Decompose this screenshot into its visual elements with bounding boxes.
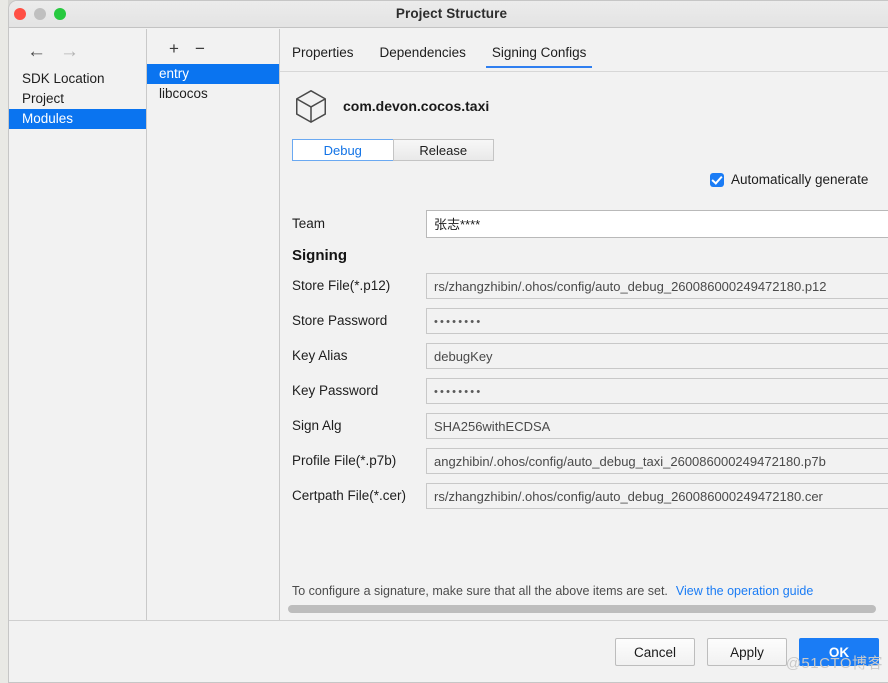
key-password-input[interactable]: •••••••• <box>426 378 888 404</box>
cancel-button[interactable]: Cancel <box>615 638 695 666</box>
tab-bar: Properties Dependencies Signing Configs <box>280 29 888 68</box>
window-title: Project Structure <box>9 6 888 21</box>
module-actions: + − <box>147 29 279 64</box>
dialog-footer: Cancel Apply OK @51CTO博客 <box>9 620 888 682</box>
nav-history-buttons: ← → <box>9 29 146 67</box>
operation-guide-link[interactable]: View the operation guide <box>676 584 813 598</box>
content-panel: Properties Dependencies Signing Configs … <box>280 29 888 622</box>
ok-button[interactable]: OK <box>799 638 879 666</box>
forward-arrow-icon[interactable]: → <box>60 42 79 61</box>
field-row-key-password: Key Password •••••••• <box>292 373 888 408</box>
screenshot-root: Project Structure ← → SDK Location Proje… <box>0 0 888 683</box>
signing-section-title: Signing <box>292 247 888 264</box>
apply-button[interactable]: Apply <box>707 638 787 666</box>
signature-hint-row: To configure a signature, make sure that… <box>292 584 813 598</box>
nav-item-list: SDK Location Project Modules <box>9 69 146 129</box>
field-row-profile-file: Profile File(*.p7b) angzhibin/.ohos/con… <box>292 443 888 478</box>
auto-generate-checkbox[interactable] <box>710 173 724 187</box>
module-item-entry[interactable]: entry <box>147 64 279 84</box>
profile-file-label: Profile File(*.p7b) <box>292 453 426 468</box>
horizontal-scrollbar[interactable] <box>288 605 876 613</box>
store-password-input[interactable]: •••••••• <box>426 308 888 334</box>
signature-hint-text: To configure a signature, make sure that… <box>292 584 668 598</box>
desktop-backdrop <box>0 0 8 683</box>
store-file-label: Store File(*.p12) <box>292 278 426 293</box>
field-row-team: Team 张志**** <box>292 206 888 241</box>
signing-form: Team 张志**** Signing Store File(*.p12) r… <box>292 206 888 513</box>
variant-debug-button[interactable]: Debug <box>292 139 393 161</box>
variant-release-button[interactable]: Release <box>393 139 495 161</box>
project-structure-window: Project Structure ← → SDK Location Proje… <box>8 0 888 683</box>
tab-signing-configs[interactable]: Signing Configs <box>492 45 587 68</box>
field-row-certpath-file: Certpath File(*.cer) rs/zhangzhibin/.oh… <box>292 478 888 513</box>
sidebar-item-modules[interactable]: Modules <box>9 109 146 129</box>
key-password-label: Key Password <box>292 383 426 398</box>
modules-panel: + − entry libcocos <box>147 29 280 622</box>
field-row-store-password: Store Password •••••••• <box>292 303 888 338</box>
cube-icon <box>292 87 330 125</box>
field-row-sign-alg: Sign Alg SHA256withECDSA <box>292 408 888 443</box>
navigation-sidebar: ← → SDK Location Project Modules <box>9 29 147 622</box>
store-password-label: Store Password <box>292 313 426 328</box>
field-row-store-file: Store File(*.p12) rs/zhangzhibin/.ohos/… <box>292 268 888 303</box>
profile-file-input[interactable]: angzhibin/.ohos/config/auto_debug_taxi_… <box>426 448 888 474</box>
team-input[interactable]: 张志**** <box>426 210 888 238</box>
footer-button-group: Cancel Apply OK <box>615 638 879 666</box>
tab-dependencies[interactable]: Dependencies <box>380 45 466 68</box>
dialog-body: ← → SDK Location Project Modules + − ent… <box>9 29 888 622</box>
build-variant-segmented-control: Debug Release <box>292 139 494 161</box>
key-alias-input[interactable]: debugKey <box>426 343 888 369</box>
module-list: entry libcocos <box>147 64 279 104</box>
tab-properties[interactable]: Properties <box>292 45 354 68</box>
auto-generate-label: Automatically generate <box>731 172 868 187</box>
package-name: com.devon.cocos.taxi <box>343 98 489 114</box>
sign-alg-label: Sign Alg <box>292 418 426 433</box>
team-label: Team <box>292 216 426 231</box>
key-alias-label: Key Alias <box>292 348 426 363</box>
tab-bar-divider <box>280 71 888 72</box>
certpath-file-label: Certpath File(*.cer) <box>292 488 426 503</box>
remove-module-icon[interactable]: − <box>195 40 205 57</box>
add-module-icon[interactable]: + <box>169 40 179 57</box>
auto-generate-row[interactable]: Automatically generate <box>710 172 868 187</box>
field-row-key-alias: Key Alias debugKey <box>292 338 888 373</box>
back-arrow-icon[interactable]: ← <box>27 42 46 61</box>
sidebar-item-sdk-location[interactable]: SDK Location <box>9 69 146 89</box>
store-file-input[interactable]: rs/zhangzhibin/.ohos/config/auto_debug_… <box>426 273 888 299</box>
sidebar-item-project[interactable]: Project <box>9 89 146 109</box>
module-item-libcocos[interactable]: libcocos <box>147 84 279 104</box>
sign-alg-input[interactable]: SHA256withECDSA <box>426 413 888 439</box>
certpath-file-input[interactable]: rs/zhangzhibin/.ohos/config/auto_debug_… <box>426 483 888 509</box>
package-header: com.devon.cocos.taxi <box>280 68 888 125</box>
title-bar: Project Structure <box>9 1 888 28</box>
